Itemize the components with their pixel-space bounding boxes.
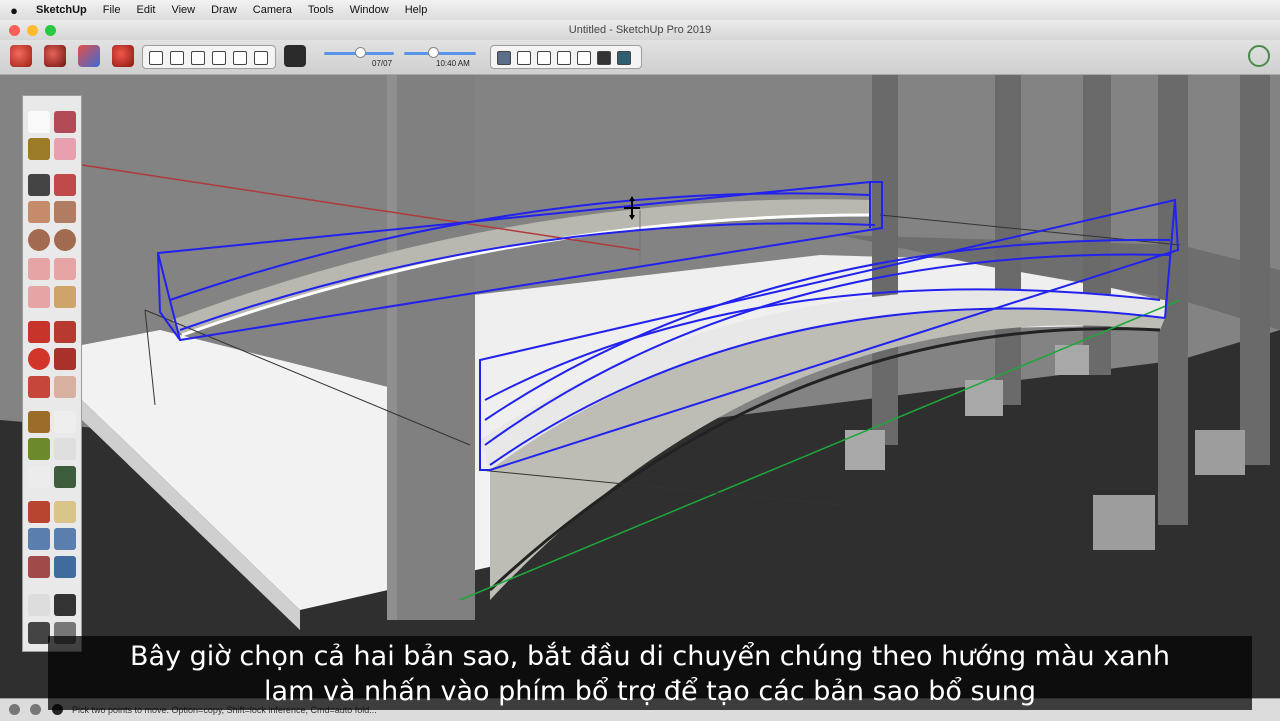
- push-pull-icon[interactable]: [54, 321, 76, 343]
- shaded-style-icon[interactable]: [233, 51, 247, 65]
- back-view-icon[interactable]: [577, 51, 591, 65]
- arc-tool-icon[interactable]: [28, 258, 50, 280]
- line-tool-icon[interactable]: [28, 174, 50, 196]
- eraser-icon[interactable]: [54, 138, 76, 160]
- shadow-time-slider-knob[interactable]: [428, 47, 439, 58]
- zoom-tool-icon[interactable]: [28, 528, 50, 550]
- main-toolbar: 07/07 10:40 AM: [0, 40, 1280, 75]
- large-tool-set-palette: [22, 95, 82, 652]
- top-view-icon[interactable]: [517, 51, 531, 65]
- 3d-text-icon[interactable]: [54, 466, 76, 488]
- walk-tool-icon[interactable]: [54, 594, 76, 616]
- model-viewport[interactable]: [0, 75, 1280, 720]
- monochrome-style-icon[interactable]: [254, 51, 268, 65]
- ruby-console-icon[interactable]: [10, 45, 32, 67]
- menu-tools[interactable]: Tools: [300, 4, 342, 16]
- right-view-icon[interactable]: [557, 51, 571, 65]
- left-view-icon[interactable]: [597, 51, 611, 65]
- axes-tool-icon[interactable]: [28, 466, 50, 488]
- rotate-tool-icon[interactable]: [28, 348, 50, 370]
- shadow-date-slider-knob[interactable]: [355, 47, 366, 58]
- orbit-tool-icon[interactable]: [28, 501, 50, 523]
- offset-tool-icon[interactable]: [54, 376, 76, 398]
- paint-bucket-icon[interactable]: [28, 138, 50, 160]
- pan-tool-icon[interactable]: [54, 501, 76, 523]
- window-title: Untitled - SketchUp Pro 2019: [568, 24, 712, 36]
- shadow-time-slider[interactable]: [404, 52, 476, 55]
- menu-help[interactable]: Help: [397, 4, 436, 16]
- menu-camera[interactable]: Camera: [245, 4, 300, 16]
- window-title-bar: Untitled - SketchUp Pro 2019: [0, 20, 1280, 40]
- wireframe-style-icon[interactable]: [191, 51, 205, 65]
- menu-bar: ● SketchUp File Edit View Draw Camera To…: [0, 0, 1280, 21]
- select-tool-icon[interactable]: [28, 111, 50, 133]
- shadow-time-label: 10:40 AM: [436, 59, 470, 68]
- view-styles-group: [142, 45, 276, 69]
- back-edges-style-icon[interactable]: [170, 51, 184, 65]
- geo-location-icon[interactable]: [9, 704, 20, 715]
- shadows-toggle-icon[interactable]: [284, 45, 306, 67]
- extension-manager-icon[interactable]: [112, 45, 134, 67]
- subtitle-caption: Bây giờ chọn cả hai bản sao, bắt đầu di …: [48, 636, 1252, 710]
- xray-style-icon[interactable]: [149, 51, 163, 65]
- menu-file[interactable]: File: [95, 4, 129, 16]
- menu-window[interactable]: Window: [342, 4, 397, 16]
- front-view-icon[interactable]: [537, 51, 551, 65]
- menu-edit[interactable]: Edit: [128, 4, 163, 16]
- make-component-icon[interactable]: [54, 111, 76, 133]
- subtitle-line-1: Bây giờ chọn cả hai bản sao, bắt đầu di …: [130, 641, 1170, 672]
- circle-tool-icon[interactable]: [28, 229, 50, 251]
- follow-me-icon[interactable]: [54, 348, 76, 370]
- apple-icon[interactable]: ●: [0, 3, 28, 18]
- extension-warehouse-icon[interactable]: [44, 45, 66, 67]
- protractor-icon[interactable]: [28, 438, 50, 460]
- freehand-tool-icon[interactable]: [54, 174, 76, 196]
- rectangle-tool-icon[interactable]: [28, 201, 50, 223]
- zoom-extents-icon[interactable]: [28, 556, 50, 578]
- polygon-tool-icon[interactable]: [54, 229, 76, 251]
- subtitle-line-2: lam và nhấn vào phím bổ trợ để tạo các b…: [264, 676, 1036, 707]
- dimension-tool-icon[interactable]: [54, 411, 76, 433]
- text-tool-icon[interactable]: [54, 438, 76, 460]
- two-point-arc-icon[interactable]: [54, 258, 76, 280]
- zoom-window-icon[interactable]: [54, 528, 76, 550]
- section-plane-icon[interactable]: [28, 622, 50, 644]
- iso-view-icon[interactable]: [497, 51, 511, 65]
- menu-view[interactable]: View: [163, 4, 203, 16]
- pie-tool-icon[interactable]: [54, 286, 76, 308]
- credits-icon[interactable]: [30, 704, 41, 715]
- move-tool-icon[interactable]: [28, 321, 50, 343]
- model-scene: [0, 75, 1280, 720]
- rotated-rectangle-icon[interactable]: [54, 201, 76, 223]
- scale-tool-icon[interactable]: [28, 376, 50, 398]
- tape-measure-icon[interactable]: [28, 411, 50, 433]
- shadow-date-label: 07/07: [372, 59, 393, 68]
- account-icon[interactable]: [1248, 45, 1270, 67]
- standard-views-group: [490, 45, 642, 69]
- previous-view-icon[interactable]: [54, 556, 76, 578]
- menu-draw[interactable]: Draw: [203, 4, 245, 16]
- 3d-warehouse-share-icon[interactable]: [78, 45, 100, 67]
- menu-app-name[interactable]: SketchUp: [28, 4, 95, 16]
- three-point-arc-icon[interactable]: [28, 286, 50, 308]
- position-camera-icon[interactable]: [28, 594, 50, 616]
- bottom-view-icon[interactable]: [617, 51, 631, 65]
- hidden-line-style-icon[interactable]: [212, 51, 226, 65]
